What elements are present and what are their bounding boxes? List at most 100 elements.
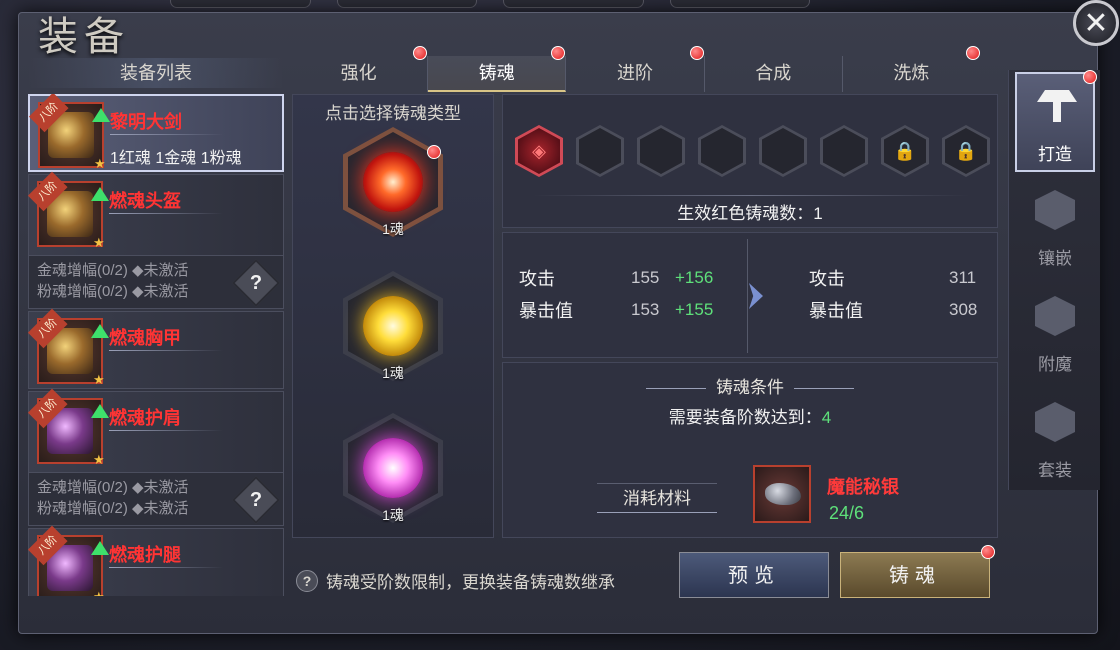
orb-label: 1魂: [382, 221, 404, 237]
gem-icon: [1035, 190, 1075, 230]
star-icon: ★: [93, 589, 105, 596]
upgrade-arrow-icon: [91, 187, 109, 201]
equipment-item[interactable]: 八阶 ★ 燃魂头盔 金魂增幅(0/2) ◆未激活 粉魂增幅(0/2) ◆未激活 ?: [28, 171, 284, 309]
material-slot[interactable]: [753, 465, 811, 523]
material-label: 消耗材料: [597, 483, 717, 513]
tab-refine[interactable]: 洗炼: [843, 46, 981, 92]
soul-slot[interactable]: [698, 125, 746, 177]
stat-row: 攻击: [809, 265, 845, 291]
stat-row: 暴击值: [809, 297, 863, 323]
tab-label: 强化: [340, 63, 377, 83]
tab-label: 进阶: [617, 63, 653, 83]
soul-bonus-box: 金魂增幅(0/2) ◆未激活 粉魂增幅(0/2) ◆未激活 ?: [29, 255, 283, 308]
tip-text: 铸魂受阶数限制，更换装备铸魂数继承: [326, 573, 615, 592]
armor-set-icon: [1035, 402, 1075, 442]
tab-label: 洗炼: [893, 63, 930, 83]
side-nav-inlay[interactable]: 镶嵌: [1015, 178, 1095, 278]
soul-slot-locked[interactable]: 🔒: [881, 125, 929, 177]
orb-label: 1魂: [382, 365, 404, 381]
divider: [747, 239, 748, 353]
divider: [109, 213, 223, 214]
window-title: 装备: [38, 14, 130, 60]
equipment-name: 燃魂头盔: [109, 191, 181, 211]
tab-synthesize[interactable]: 合成: [705, 56, 843, 92]
stat-result-value: 311: [949, 268, 977, 287]
equipment-souls: 1红魂 1金魂 1粉魂: [110, 150, 242, 167]
soul-orb-pink[interactable]: 1魂: [343, 413, 443, 523]
divider: [109, 430, 223, 431]
forge-button[interactable]: 铸魂: [840, 545, 995, 598]
stat-value: 155: [631, 268, 660, 287]
side-nav-label: 套装: [1038, 461, 1072, 480]
stat-row: 攻击: [519, 265, 555, 291]
equipment-icon: 八阶★: [28, 94, 110, 171]
close-button[interactable]: ✕: [1073, 0, 1119, 46]
upgrade-arrow-icon: [91, 324, 109, 338]
question-icon: ?: [249, 488, 263, 511]
equipment-icon: 八阶★: [28, 308, 109, 387]
side-nav-enchant[interactable]: 附魔: [1015, 284, 1095, 384]
equipment-item[interactable]: 八阶 ★ 燃魂护肩 金魂增幅(0/2) ◆未激活 粉魂增幅(0/2) ◆未激活 ?: [28, 388, 284, 526]
stat-row: 暴击值: [519, 297, 573, 323]
arrow-right-icon: [749, 283, 763, 309]
notification-dot: [1083, 70, 1097, 84]
equipment-name: 燃魂胸甲: [109, 328, 181, 348]
close-icon: ✕: [1083, 6, 1109, 40]
soul-slot[interactable]: [637, 125, 685, 177]
stat-increase: +155: [675, 300, 714, 319]
equipment-icon: 八阶★: [28, 525, 109, 596]
star-icon: ★: [93, 452, 105, 467]
notification-dot: [427, 145, 441, 159]
question-icon: ?: [249, 271, 263, 294]
stats-panel: 攻击 155 +156 暴击值 153 +155 攻击 311 暴击值 308: [502, 232, 998, 358]
enchant-icon: [1035, 296, 1075, 336]
tab-soul-forge[interactable]: 铸魂: [428, 46, 567, 92]
notification-dot: [966, 46, 981, 60]
equipment-icon: 八阶★: [28, 388, 109, 467]
side-nav-label: 镶嵌: [1038, 249, 1072, 268]
soul-type-title: 点击选择铸魂类型: [325, 104, 461, 123]
star-icon: ★: [93, 235, 105, 250]
notification-dot: [981, 545, 995, 559]
question-icon[interactable]: ?: [296, 569, 318, 592]
effective-count: 生效红色铸魂数：1: [677, 204, 823, 223]
red-soul-icon: ◈: [518, 128, 560, 174]
ore-icon: [765, 483, 801, 505]
soul-slot[interactable]: [576, 125, 624, 177]
side-nav-label: 附魔: [1038, 355, 1072, 374]
resource-pill: [503, 0, 644, 8]
side-nav-set[interactable]: 套装: [1015, 390, 1095, 490]
stat-increase: +156: [675, 268, 714, 287]
red-soul-icon: [363, 152, 423, 212]
soul-orb-red[interactable]: 1魂: [343, 127, 443, 237]
orb-label: 1魂: [382, 507, 404, 523]
preview-button[interactable]: 预览: [679, 552, 829, 598]
equipment-name: 燃魂护腿: [109, 545, 181, 565]
equipment-item[interactable]: 八阶★ 燃魂护腿: [28, 525, 284, 596]
equipment-list: 八阶 ★ 黎明大剑 1红魂 1金魂 1粉魂 八阶 ★ 燃魂头盔 金魂增幅(0/2) …: [28, 94, 284, 596]
equipment-item[interactable]: 八阶 ★ 燃魂胸甲: [28, 308, 284, 389]
soul-slot-locked[interactable]: 🔒: [942, 125, 990, 177]
soul-slot[interactable]: [759, 125, 807, 177]
equipment-name: 黎明大剑: [110, 112, 182, 132]
material-count: 24/6: [829, 503, 865, 523]
soul-slot[interactable]: [820, 125, 868, 177]
soul-slot[interactable]: ◈: [515, 125, 563, 177]
requirement-value: 4: [821, 408, 832, 427]
divider: [109, 350, 223, 351]
pink-soul-icon: [363, 438, 423, 498]
condition-requirement: 需要装备阶数达到：4: [668, 408, 832, 427]
stat-label: 攻击: [809, 269, 845, 289]
material-name: 魔能秘银: [827, 477, 899, 497]
tab-enhance[interactable]: 强化: [290, 46, 429, 92]
upgrade-arrow-icon: [92, 108, 110, 122]
soul-orb-gold[interactable]: 1魂: [343, 271, 443, 381]
side-nav-craft[interactable]: 打造: [1015, 70, 1097, 172]
stat-value: 153: [631, 300, 660, 319]
tab-advance[interactable]: 进阶: [566, 46, 705, 92]
notification-dot: [689, 46, 704, 60]
equipment-item[interactable]: 八阶 ★ 黎明大剑 1红魂 1金魂 1粉魂: [28, 94, 284, 172]
star-icon: ★: [93, 372, 105, 387]
soul-type-panel: 点击选择铸魂类型 1魂 1魂 1魂: [292, 94, 494, 538]
stat-label: 攻击: [519, 269, 555, 289]
